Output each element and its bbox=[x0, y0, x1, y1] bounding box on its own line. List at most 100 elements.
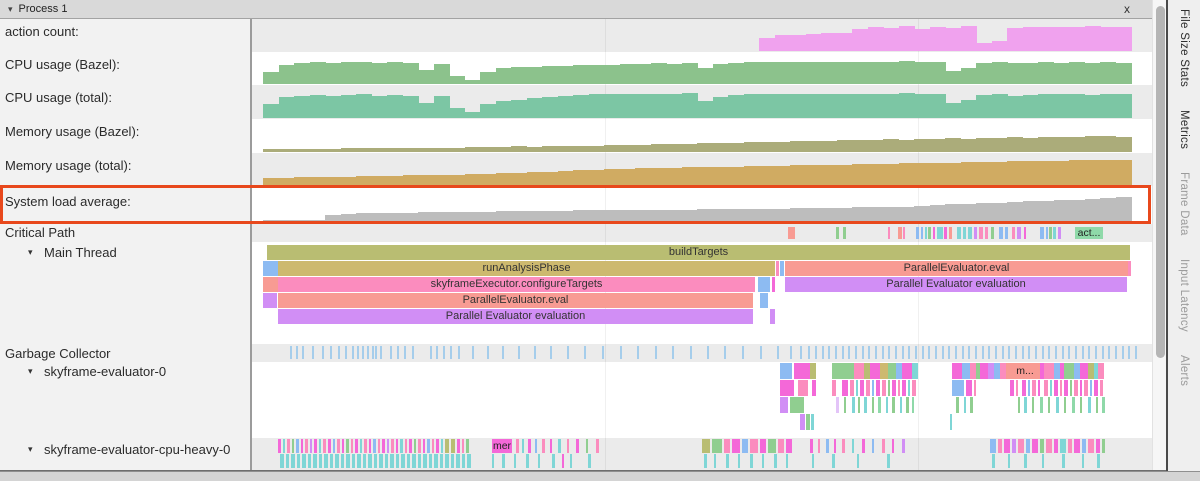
trace-event[interactable] bbox=[323, 439, 326, 453]
trace-event[interactable] bbox=[868, 346, 870, 359]
trace-event[interactable] bbox=[1044, 380, 1048, 396]
trace-event[interactable] bbox=[502, 454, 505, 468]
trace-event[interactable] bbox=[1040, 227, 1044, 239]
trace-event[interactable] bbox=[732, 439, 740, 453]
trace-event[interactable] bbox=[750, 439, 758, 453]
trace-event[interactable] bbox=[968, 227, 972, 239]
trace-event[interactable] bbox=[790, 346, 792, 359]
trace-event[interactable] bbox=[875, 346, 877, 359]
trace-event[interactable] bbox=[346, 454, 350, 468]
trace-event[interactable] bbox=[760, 293, 768, 308]
trace-event[interactable] bbox=[1084, 380, 1088, 396]
trace-event[interactable] bbox=[502, 346, 504, 359]
trace-event[interactable] bbox=[378, 439, 380, 453]
trace-event[interactable] bbox=[742, 439, 748, 453]
trace-event[interactable] bbox=[902, 380, 906, 396]
trace-event[interactable] bbox=[1135, 346, 1137, 359]
trace-event[interactable] bbox=[812, 454, 814, 468]
trace-event[interactable] bbox=[898, 380, 900, 396]
trace-event[interactable] bbox=[822, 346, 824, 359]
trace-event[interactable] bbox=[858, 397, 860, 413]
trace-event[interactable] bbox=[1082, 346, 1084, 359]
trace-event[interactable] bbox=[966, 380, 972, 396]
trace-event[interactable] bbox=[570, 454, 572, 468]
action-count-chart[interactable] bbox=[252, 19, 1152, 52]
trace-event[interactable] bbox=[373, 439, 376, 453]
trace-event[interactable] bbox=[308, 454, 311, 468]
trace-event[interactable] bbox=[955, 346, 957, 359]
trace-event[interactable] bbox=[892, 380, 896, 396]
trace-event[interactable] bbox=[892, 439, 894, 453]
mem-bazel-chart[interactable] bbox=[252, 119, 1152, 153]
trace-event[interactable] bbox=[423, 454, 427, 468]
trace-event[interactable] bbox=[1046, 439, 1052, 453]
trace-event[interactable] bbox=[1098, 363, 1104, 379]
trace-event[interactable] bbox=[1042, 346, 1044, 359]
trace-event[interactable] bbox=[535, 439, 537, 453]
trace-event[interactable] bbox=[552, 454, 555, 468]
trace-event[interactable] bbox=[457, 439, 460, 453]
trace-event[interactable] bbox=[772, 277, 775, 292]
trace-event[interactable] bbox=[815, 346, 817, 359]
trace-event[interactable] bbox=[1108, 346, 1110, 359]
trace-event[interactable] bbox=[1094, 380, 1098, 396]
tab-input-latency[interactable]: Input Latency bbox=[1178, 259, 1190, 332]
trace-event[interactable] bbox=[596, 439, 599, 453]
trace-event[interactable] bbox=[902, 363, 912, 379]
trace-event[interactable] bbox=[1024, 227, 1026, 239]
trace-event[interactable] bbox=[964, 397, 966, 413]
trace-event[interactable] bbox=[409, 439, 412, 453]
trace-event[interactable] bbox=[379, 454, 383, 468]
trace-event[interactable] bbox=[492, 454, 494, 468]
trace-event[interactable] bbox=[1080, 363, 1088, 379]
trace-event[interactable] bbox=[856, 380, 858, 396]
trace-event[interactable] bbox=[445, 454, 449, 468]
trace-event[interactable] bbox=[1040, 397, 1043, 413]
trace-event[interactable] bbox=[414, 439, 416, 453]
cpu-bazel-chart[interactable] bbox=[252, 52, 1152, 85]
tab-alerts[interactable]: Alerts bbox=[1178, 355, 1190, 386]
trace-event[interactable] bbox=[538, 454, 540, 468]
trace-event[interactable] bbox=[363, 454, 366, 468]
trace-event[interactable] bbox=[467, 454, 471, 468]
trace-event[interactable] bbox=[1048, 346, 1050, 359]
trace-event[interactable] bbox=[991, 227, 994, 239]
trace-event[interactable] bbox=[441, 439, 443, 453]
trace-event[interactable] bbox=[1080, 397, 1082, 413]
trace-event[interactable] bbox=[724, 439, 730, 453]
trace-event[interactable] bbox=[286, 454, 289, 468]
trace-event[interactable] bbox=[844, 397, 846, 413]
trace-event[interactable] bbox=[974, 227, 977, 239]
trace-event[interactable] bbox=[738, 454, 740, 468]
trace-event[interactable] bbox=[1004, 439, 1010, 453]
trace-event[interactable] bbox=[357, 454, 361, 468]
trace-event[interactable] bbox=[1002, 346, 1004, 359]
trace-event[interactable] bbox=[843, 227, 846, 239]
trace-event[interactable] bbox=[812, 380, 816, 396]
trace-event[interactable] bbox=[1095, 346, 1097, 359]
trace-event[interactable] bbox=[450, 346, 452, 359]
trace-event[interactable] bbox=[1062, 346, 1064, 359]
trace-event[interactable] bbox=[1046, 227, 1048, 239]
trace-event[interactable] bbox=[296, 346, 298, 359]
trace-event[interactable] bbox=[928, 346, 930, 359]
trace-event[interactable] bbox=[1070, 380, 1072, 396]
trace-event[interactable] bbox=[374, 454, 377, 468]
trace-event[interactable] bbox=[770, 309, 775, 324]
trace-event[interactable] bbox=[423, 439, 425, 453]
trace-event[interactable] bbox=[404, 346, 406, 359]
trace-event[interactable] bbox=[712, 439, 722, 453]
trace-event[interactable] bbox=[952, 363, 962, 379]
trace-event[interactable] bbox=[445, 439, 449, 453]
trace-event[interactable] bbox=[1056, 397, 1059, 413]
trace-event[interactable] bbox=[778, 439, 784, 453]
trace-event[interactable] bbox=[296, 439, 299, 453]
trace-event[interactable] bbox=[427, 439, 430, 453]
trace-event[interactable] bbox=[1026, 439, 1030, 453]
trace-event[interactable] bbox=[780, 261, 784, 276]
trace-event[interactable] bbox=[912, 397, 914, 413]
trace-event[interactable] bbox=[319, 439, 321, 453]
trace-event[interactable] bbox=[372, 346, 374, 359]
trace-event[interactable] bbox=[842, 439, 845, 453]
trace-event[interactable] bbox=[702, 439, 710, 453]
